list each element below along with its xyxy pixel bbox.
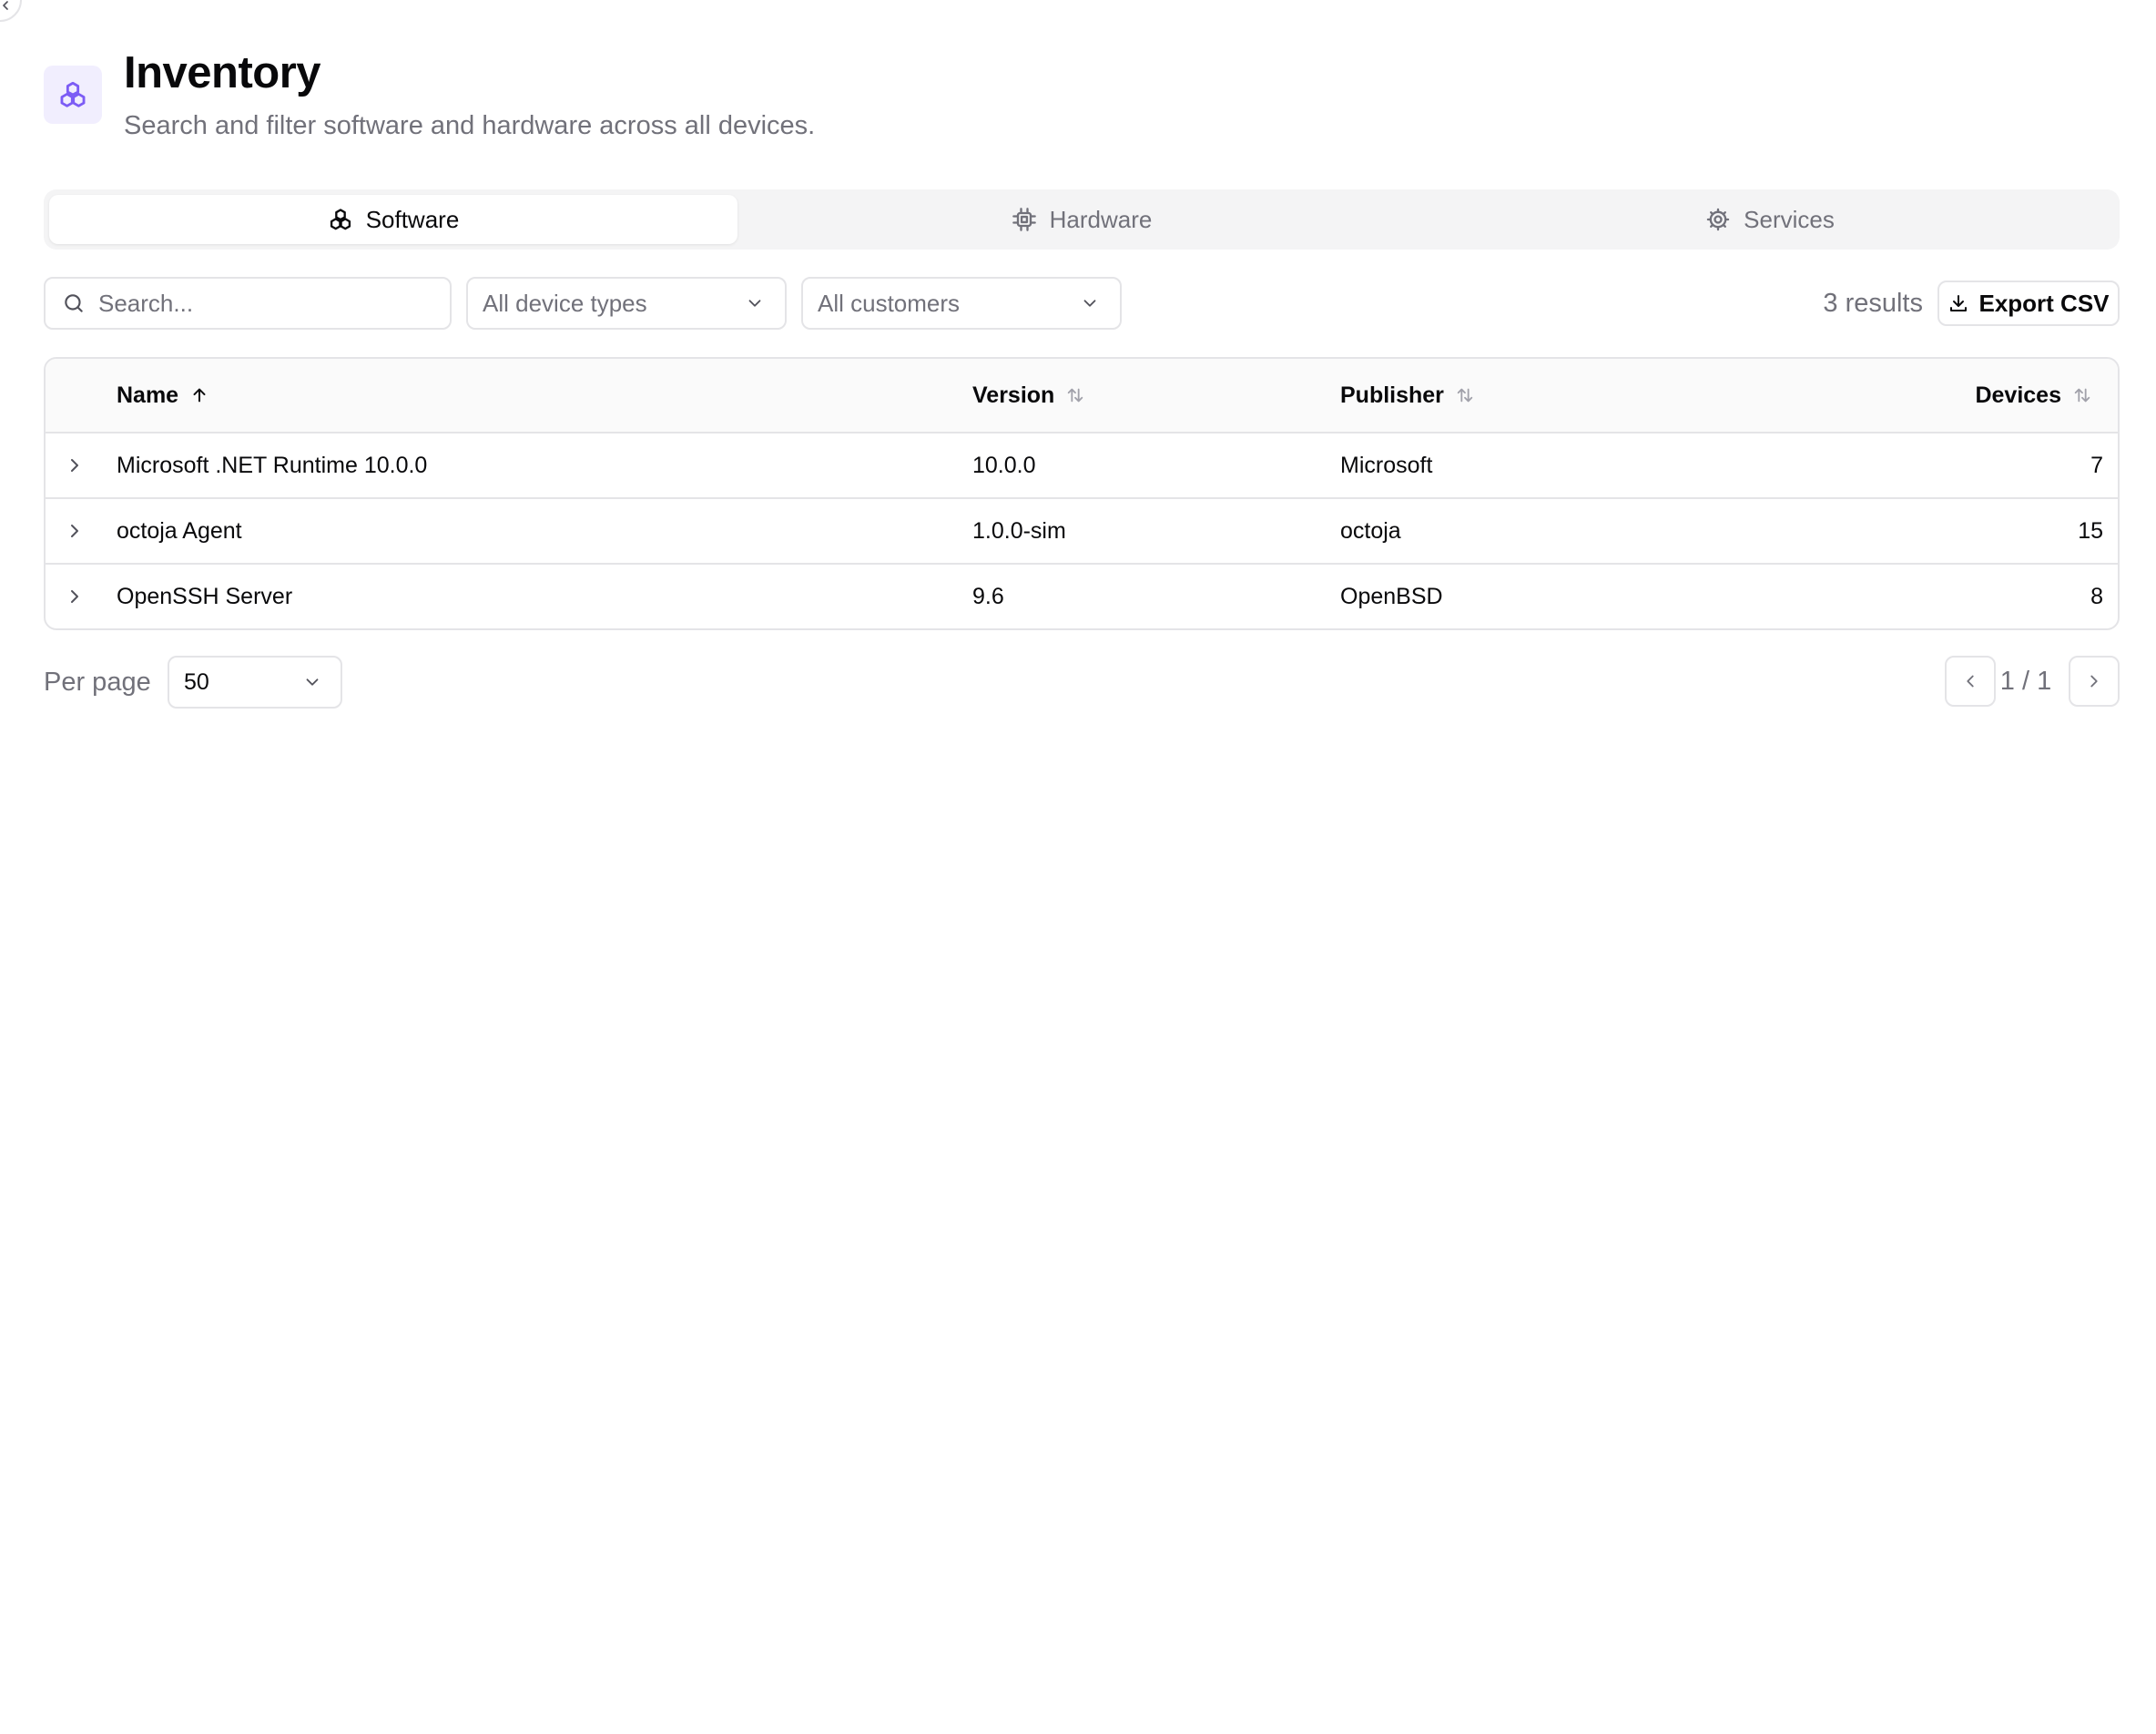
- tab-hardware[interactable]: Hardware: [737, 195, 1426, 244]
- sort-icon: [1068, 388, 1083, 403]
- software-table: Name Version Publisher Devices Microsoft…: [44, 357, 2120, 630]
- cell-publisher: Microsoft: [1340, 452, 1433, 478]
- inventory-tabs: Software Hardware Services: [44, 189, 2120, 250]
- chevron-down-icon: [306, 678, 319, 686]
- column-header-version[interactable]: Version: [972, 359, 1085, 432]
- cell-devices: 15: [2078, 517, 2103, 544]
- cell-name: octoja Agent: [117, 517, 242, 544]
- cell-version: 9.6: [972, 583, 1004, 609]
- device-type-select[interactable]: All device types: [466, 277, 787, 330]
- chevron-right-icon: [71, 590, 78, 603]
- back-button[interactable]: [0, 0, 22, 22]
- search-icon: [65, 294, 83, 312]
- cell-devices: 7: [2090, 452, 2103, 478]
- cpu-icon: [1012, 208, 1036, 231]
- boxes-icon: [330, 209, 351, 230]
- expand-row-button[interactable]: [62, 499, 87, 563]
- chevron-down-icon: [1083, 300, 1096, 307]
- table-row[interactable]: Microsoft .NET Runtime 10.0.0 10.0.0 Mic…: [46, 434, 2118, 499]
- gear-icon: [1706, 208, 1730, 231]
- chevron-right-icon: [71, 525, 78, 537]
- sort-icon: [2074, 388, 2090, 403]
- chevron-right-icon: [71, 459, 78, 472]
- page-title: Inventory: [124, 48, 321, 97]
- search-box: [44, 277, 452, 330]
- per-page-label: Per page: [44, 667, 151, 697]
- page-indicator: 1 / 1: [1999, 666, 2052, 696]
- filter-bar: All device types All customers 3 results…: [44, 277, 2120, 330]
- column-header-devices[interactable]: Devices: [1975, 359, 2092, 432]
- page-subtitle: Search and filter software and hardware …: [124, 111, 816, 140]
- chevron-left-icon: [3, 1, 8, 10]
- expand-row-button[interactable]: [62, 434, 87, 497]
- column-name-label: Name: [117, 382, 179, 408]
- column-version-label: Version: [972, 382, 1055, 408]
- column-header-name[interactable]: Name: [117, 359, 209, 432]
- download-icon: [1950, 295, 1968, 311]
- tab-hardware-label: Hardware: [1049, 205, 1153, 233]
- column-devices-label: Devices: [1975, 382, 2061, 408]
- table-row[interactable]: OpenSSH Server 9.6 OpenBSD 8: [46, 565, 2118, 628]
- customer-select[interactable]: All customers: [801, 277, 1122, 330]
- tab-services[interactable]: Services: [1426, 195, 2114, 244]
- expand-row-button[interactable]: [62, 565, 87, 628]
- per-page-select[interactable]: 50: [168, 656, 342, 709]
- export-csv-label: Export CSV: [1978, 289, 2110, 317]
- cell-name: Microsoft .NET Runtime 10.0.0: [117, 452, 428, 478]
- column-publisher-label: Publisher: [1340, 382, 1444, 408]
- boxes-icon: [60, 81, 86, 107]
- results-count: 3 results: [1823, 288, 1923, 318]
- tab-software-label: Software: [365, 205, 460, 233]
- next-page-button[interactable]: [2069, 656, 2120, 707]
- export-csv-button[interactable]: Export CSV: [1937, 280, 2120, 326]
- chevron-right-icon: [2090, 675, 2098, 688]
- cell-devices: 8: [2090, 583, 2103, 609]
- cell-publisher: octoja: [1340, 517, 1401, 544]
- customer-value: All customers: [818, 289, 961, 317]
- page-header: Inventory Search and filter software and…: [44, 47, 2120, 148]
- cell-name: OpenSSH Server: [117, 583, 293, 609]
- device-type-value: All device types: [483, 289, 647, 317]
- table-row[interactable]: octoja Agent 1.0.0-sim octoja 15: [46, 499, 2118, 565]
- sort-icon: [1457, 388, 1473, 403]
- cell-version: 1.0.0-sim: [972, 517, 1066, 544]
- table-header: Name Version Publisher Devices: [46, 359, 2118, 434]
- pagination-bar: Per page 50 1 / 1: [44, 656, 2120, 709]
- cell-version: 10.0.0: [972, 452, 1036, 478]
- column-header-publisher[interactable]: Publisher: [1340, 359, 1475, 432]
- chevron-left-icon: [1967, 675, 1974, 688]
- per-page-value: 50: [184, 668, 209, 695]
- chevron-down-icon: [748, 300, 761, 307]
- search-input[interactable]: [97, 288, 424, 319]
- tab-software[interactable]: Software: [49, 195, 737, 244]
- cell-publisher: OpenBSD: [1340, 583, 1443, 609]
- tab-services-label: Services: [1744, 205, 1835, 233]
- page-logo: [44, 66, 102, 124]
- arrow-up-icon: [193, 388, 206, 403]
- previous-page-button[interactable]: [1945, 656, 1996, 707]
